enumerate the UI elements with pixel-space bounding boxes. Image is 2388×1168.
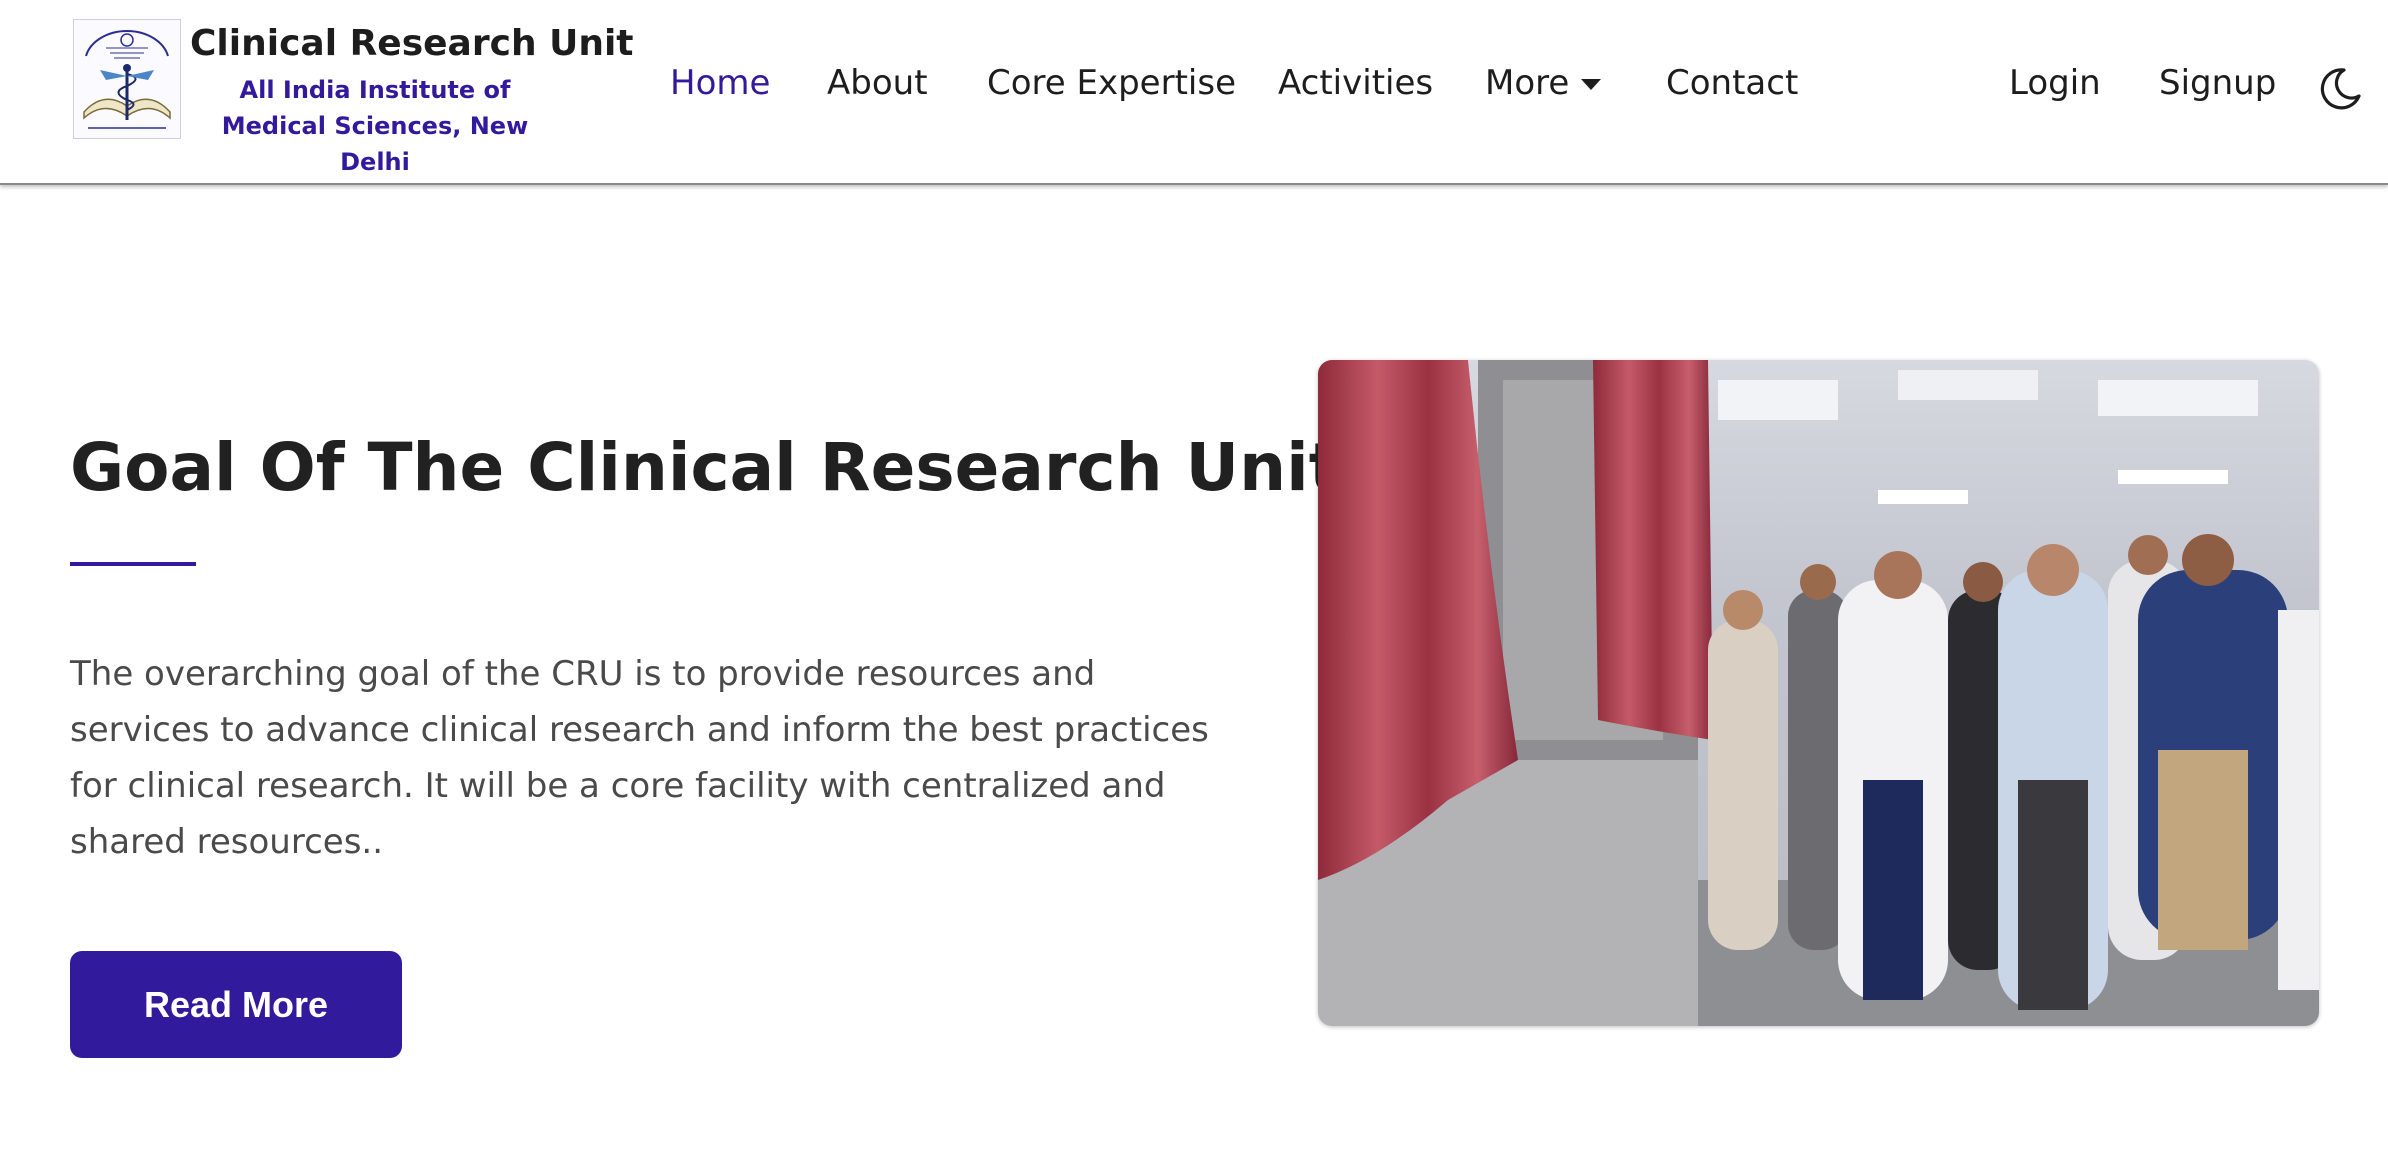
caret-down-icon xyxy=(1581,79,1602,90)
nav-more-label: More xyxy=(1485,63,1570,103)
brand-subtitle: All India Institute of Medical Sciences,… xyxy=(221,76,529,176)
read-more-button[interactable]: Read More xyxy=(70,951,402,1058)
nav-core-expertise[interactable]: Core Expertise xyxy=(987,58,1236,108)
nav-home[interactable]: Home xyxy=(670,58,770,108)
brand-title: Clinical Research Unit xyxy=(190,23,634,64)
title-underline xyxy=(70,562,196,566)
nav-about[interactable]: About xyxy=(827,58,928,108)
site-header: Clinical Research Unit All India Institu… xyxy=(0,0,2388,185)
cru-logo[interactable] xyxy=(73,19,181,139)
login-link[interactable]: Login xyxy=(2009,58,2101,108)
moon-icon[interactable] xyxy=(2318,66,2362,110)
nav-activities[interactable]: Activities xyxy=(1278,58,1433,108)
hero-description: The overarching goal of the CRU is to pr… xyxy=(70,654,1209,862)
hero-title: Goal Of The Clinical Research Unit xyxy=(70,429,1341,506)
inauguration-photo xyxy=(1318,360,2319,1026)
signup-link[interactable]: Signup xyxy=(2159,58,2276,108)
brand-block[interactable]: Clinical Research Unit All India Institu… xyxy=(190,20,634,180)
nav-more[interactable]: More xyxy=(1485,58,1602,108)
nav-contact[interactable]: Contact xyxy=(1666,58,1798,108)
